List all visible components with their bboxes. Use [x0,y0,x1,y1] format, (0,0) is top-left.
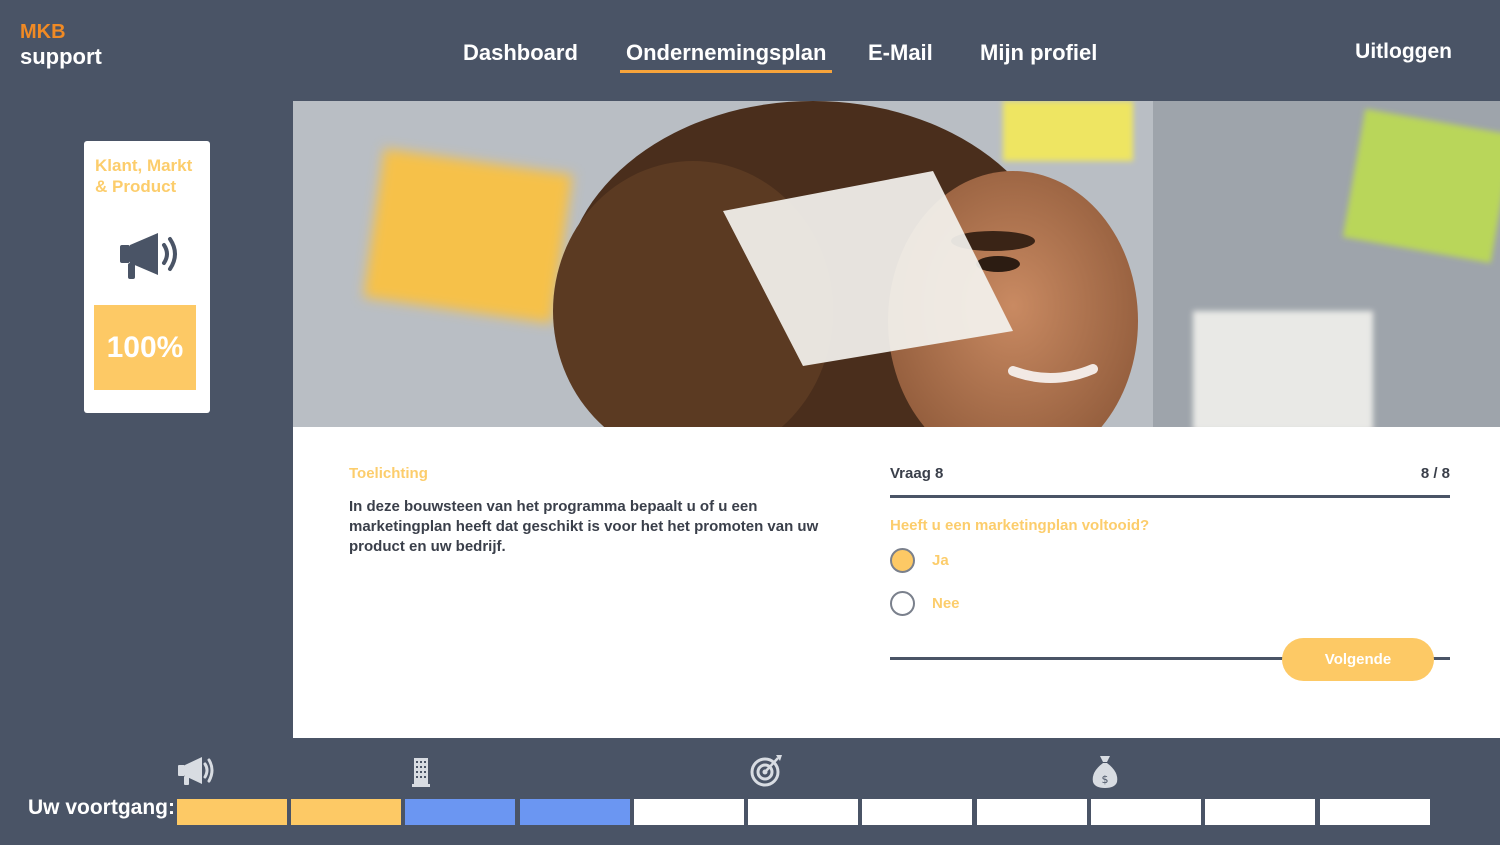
main-nav: Dashboard Ondernemingsplan E-Mail Mijn p… [0,40,1500,80]
progress-segment [405,799,515,825]
explanation-heading: Toelichting [349,465,428,482]
next-button[interactable]: Volgende [1282,638,1434,681]
progress-segment [1091,799,1201,825]
progress-segment [977,799,1087,825]
progress-segment [520,799,630,825]
module-progress: 100% [94,305,196,390]
question-panel: Toelichting In deze bouwsteen van het pr… [293,427,1500,738]
nav-dashboard[interactable]: Dashboard [463,40,578,70]
question-text: Heeft u een marketingplan voltooid? [890,517,1150,534]
module-card[interactable]: Klant, Markt & Product 100% [84,141,210,413]
nav-ondernemingsplan[interactable]: Ondernemingsplan [620,40,833,73]
progress-segment [862,799,972,825]
option-ja-label: Ja [932,552,949,569]
divider [890,495,1450,498]
explanation-text: In deze bouwsteen van het programma bepa… [349,498,819,555]
hero-image [293,101,1500,427]
building-icon [401,752,441,790]
logout-link[interactable]: Uitloggen [1355,40,1452,64]
target-icon [746,752,786,790]
progress-segment [177,799,287,825]
nav-email[interactable]: E-Mail [868,40,933,70]
progress-segment [634,799,744,825]
question-counter: 8 / 8 [1420,465,1450,482]
svg-text:$: $ [1102,773,1109,786]
module-card-title: Klant, Markt & Product [95,156,193,196]
radio-nee[interactable] [890,591,915,616]
radio-ja[interactable] [890,548,915,573]
progress-label: Uw voortgang: [28,796,175,819]
option-nee[interactable]: Nee [890,591,960,616]
megaphone-icon [176,752,216,790]
progress-segment [1320,799,1430,825]
progress-segment [748,799,858,825]
option-nee-label: Nee [932,595,960,612]
nav-mijn-profiel[interactable]: Mijn profiel [980,40,1097,70]
progress-segment [291,799,401,825]
progress-segment [1205,799,1315,825]
megaphone-icon [118,231,184,283]
question-label: Vraag 8 [890,465,944,482]
money-bag-icon: $ [1085,752,1125,790]
option-ja[interactable]: Ja [890,548,949,573]
